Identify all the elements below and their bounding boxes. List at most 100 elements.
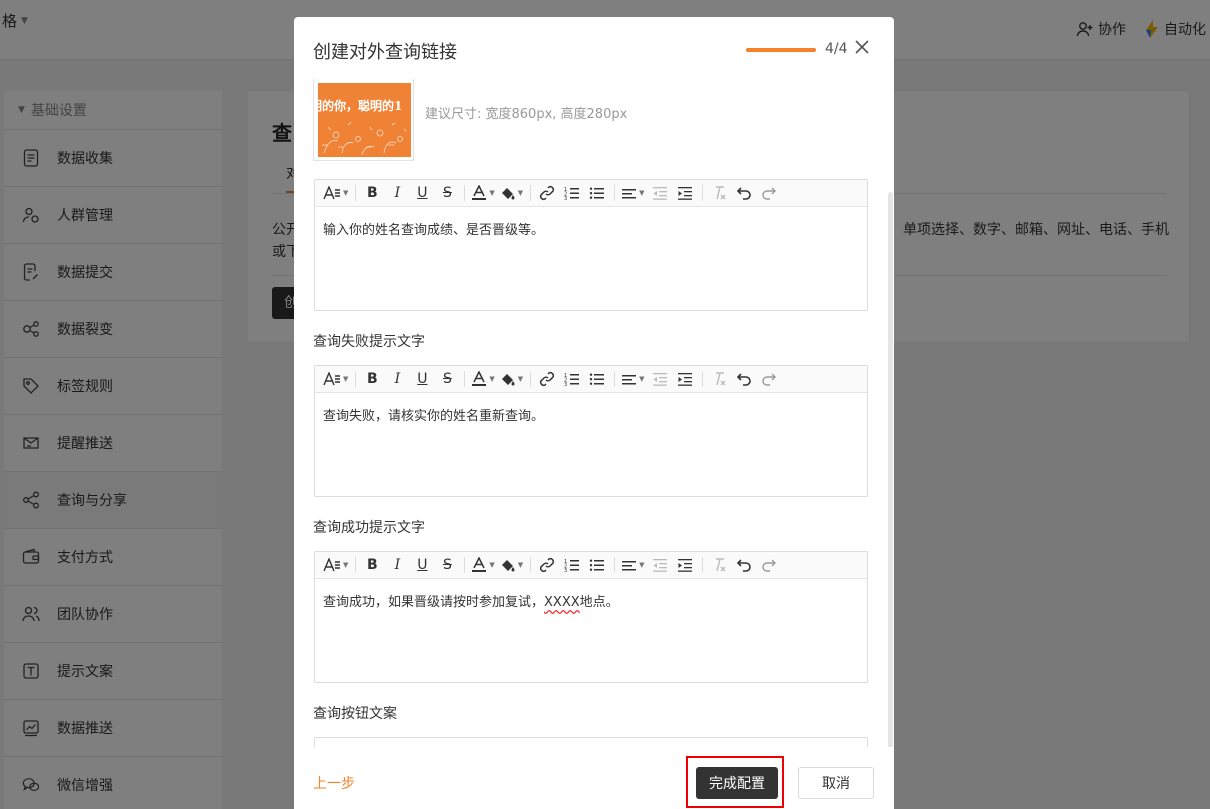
dropdown-caret-icon: ▼ [489,375,495,383]
link-button[interactable] [537,183,557,203]
bullet-list-button[interactable] [587,183,607,203]
link-icon [540,371,555,387]
font-color-icon [472,557,487,572]
font-color-icon [472,371,487,386]
bold-button[interactable]: B [362,183,382,203]
svg-text:3: 3 [564,382,567,387]
dialog-scrollbar[interactable] [888,192,893,749]
background-color-button[interactable]: ▼ [500,555,523,575]
cover-image-upload[interactable]: 明的你，聪明的1 [313,79,414,161]
outdent-icon [652,187,667,200]
dropdown-caret-icon: ▼ [517,375,524,383]
align-button[interactable]: ▼ [621,555,645,575]
editor-content[interactable]: 查询失败，请核实你的姓名重新查询。 [315,393,867,441]
toolbar-separator [355,185,357,201]
outdent-icon [652,373,667,386]
undo-icon [736,559,751,572]
doodle-pattern-icon [322,121,407,156]
step-progress-text: 4/4 [825,41,848,57]
bold-button[interactable]: B [362,555,382,575]
editor-toolbar: ▼ B I U S ▼ ▼ 123 ▼ [315,366,867,393]
editor-content[interactable]: 查询成功，如果晋级请按时参加复试，XXXX地点。 [315,579,867,627]
font-color-button[interactable]: ▼ [471,555,495,575]
background-color-button[interactable]: ▼ [500,183,523,203]
step-progress-bar [746,48,816,52]
toolbar-separator [614,371,616,387]
undo-button[interactable] [734,369,754,389]
fail-text-label: 查询失败提示文字 [313,334,425,350]
toolbar-separator [530,557,532,573]
clear-format-button[interactable] [709,183,729,203]
redo-button[interactable] [759,183,779,203]
indent-button[interactable] [675,555,695,575]
bullet-list-button[interactable] [587,555,607,575]
ordered-list-icon: 123 [564,559,580,573]
bullet-list-icon [589,187,605,199]
outdent-icon [652,559,667,572]
cover-image-thumbnail: 明的你，聪明的1 [318,83,411,157]
clear-format-button[interactable] [709,369,729,389]
font-size-button[interactable]: ▼ [323,555,348,575]
background-color-button[interactable]: ▼ [500,369,523,389]
indent-button[interactable] [675,369,695,389]
font-size-icon [323,372,340,386]
success-text-editor: ▼ B I U S ▼ ▼ 123 ▼ 查询成功，如果晋级请按时参加复试，XXX… [314,551,868,683]
outdent-button[interactable] [650,555,670,575]
underline-button[interactable]: U [412,555,432,575]
close-button[interactable] [854,39,870,55]
undo-button[interactable] [734,555,754,575]
font-color-button[interactable]: ▼ [471,369,495,389]
underline-button[interactable]: U [412,369,432,389]
svg-text:3: 3 [564,568,567,573]
paint-bucket-icon [501,560,515,572]
ordered-list-button[interactable]: 123 [562,369,582,389]
dropdown-caret-icon: ▼ [489,189,495,197]
redo-button[interactable] [759,555,779,575]
indent-icon [677,373,692,386]
indent-button[interactable] [675,183,695,203]
bold-button[interactable]: B [362,369,382,389]
font-size-button[interactable]: ▼ [323,369,348,389]
redo-icon [761,373,776,386]
ordered-list-button[interactable]: 123 [562,555,582,575]
clear-format-icon [715,558,726,572]
bullet-list-icon [589,373,605,385]
align-button[interactable]: ▼ [621,369,645,389]
editor-toolbar: ▼ B I U S ▼ ▼ 123 ▼ [315,552,867,579]
editor-toolbar: ▼ B I U S ▼ ▼ 123 ▼ [315,180,867,207]
font-size-button[interactable]: ▼ [323,183,348,203]
underline-button[interactable]: U [412,183,432,203]
font-size-icon [323,186,340,200]
outdent-button[interactable] [650,183,670,203]
dialog-body: 明的你，聪明的1 建议尺寸: 宽度860px, 高度280px ▼ B I U … [294,79,894,749]
italic-button[interactable]: I [387,555,407,575]
outdent-button[interactable] [650,369,670,389]
clear-format-button[interactable] [709,555,729,575]
paint-bucket-icon [501,374,515,386]
strikethrough-button[interactable]: S [437,555,457,575]
font-size-icon [323,558,340,572]
bullet-list-button[interactable] [587,369,607,389]
cancel-button[interactable]: 取消 [798,767,874,799]
link-button[interactable] [537,369,557,389]
finish-config-button[interactable]: 完成配置 [696,767,778,799]
bullet-list-icon [589,559,605,571]
link-button[interactable] [537,555,557,575]
strikethrough-button[interactable]: S [437,369,457,389]
strikethrough-button[interactable]: S [437,183,457,203]
italic-button[interactable]: I [387,183,407,203]
redo-icon [761,559,776,572]
editor-content[interactable]: 输入你的姓名查询成绩、是否晋级等。 [315,207,867,255]
align-left-icon [622,561,637,571]
undo-button[interactable] [734,183,754,203]
align-button[interactable]: ▼ [621,183,645,203]
font-color-button[interactable]: ▼ [471,183,495,203]
italic-button[interactable]: I [387,369,407,389]
previous-step-link[interactable]: 上一步 [313,773,355,793]
toolbar-separator [530,371,532,387]
ordered-list-button[interactable]: 123 [562,183,582,203]
toolbar-separator [355,557,357,573]
create-query-link-dialog: 创建对外查询链接 4/4 明的你，聪明的1 建议尺寸: 宽度860px, 高度2… [294,17,894,809]
toolbar-separator [701,185,703,201]
redo-button[interactable] [759,369,779,389]
